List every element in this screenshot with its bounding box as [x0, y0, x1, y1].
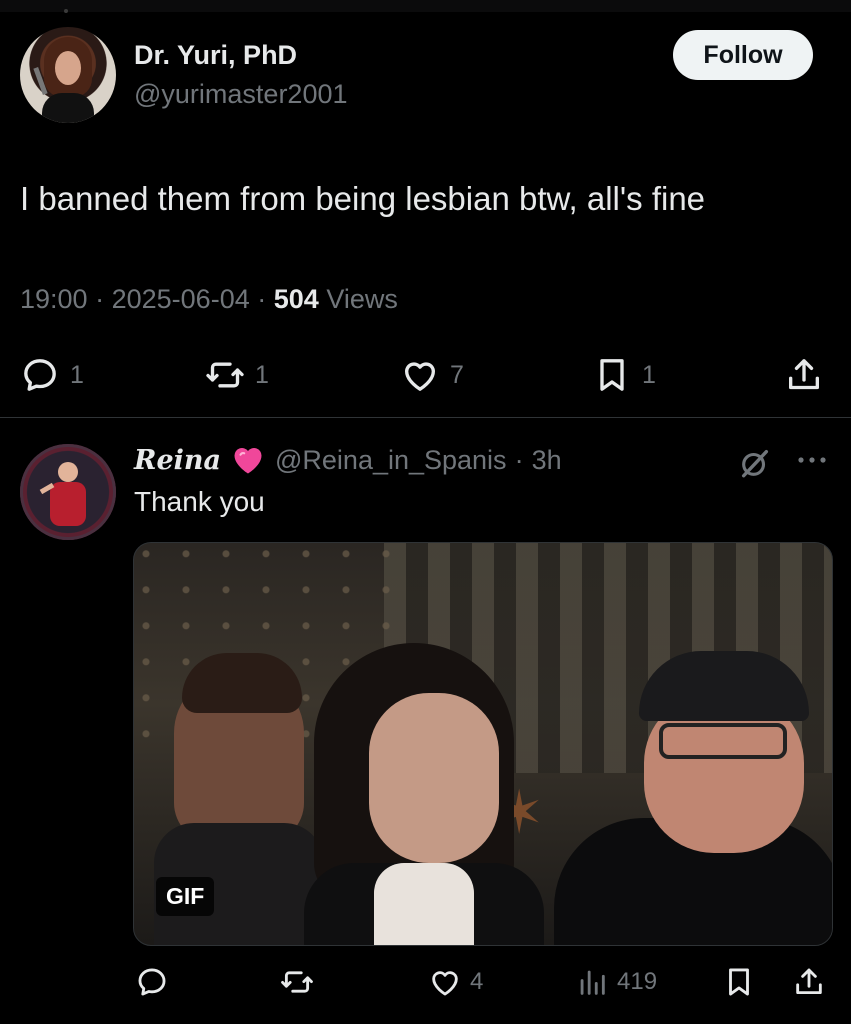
status-dot: [64, 9, 68, 13]
tweet-meta: 19:00 · 2025-06-04 · 504 Views: [20, 284, 398, 315]
meta-separator: ·: [257, 284, 267, 314]
avatar-body: [50, 482, 86, 526]
meta-separator: ·: [95, 284, 105, 314]
tweet-date[interactable]: 2025-06-04: [112, 284, 250, 314]
avatar-face: [58, 462, 78, 482]
bookmark-count: 1: [642, 360, 656, 389]
views-label: Views: [326, 284, 398, 314]
reply-icon: [138, 968, 166, 996]
reply-header: Reina @Reina_in_Spanis · 3h: [134, 442, 562, 478]
reply-share-button[interactable]: [792, 962, 826, 1002]
gif-person-center-face: [369, 693, 499, 863]
gif-person-center-shirt: [374, 863, 474, 945]
repost-button[interactable]: 1: [205, 352, 269, 398]
pink-heart-icon: [234, 448, 262, 474]
grok-icon[interactable]: [738, 446, 772, 480]
gif-media[interactable]: ✶ GIF: [133, 542, 833, 946]
reply-count: 1: [70, 360, 84, 389]
author-handle[interactable]: @yurimaster2001: [134, 79, 348, 110]
reply-author-handle[interactable]: @Reina_in_Spanis: [275, 445, 507, 476]
reply-bookmark-button[interactable]: [722, 962, 756, 1002]
heart-icon: [405, 362, 435, 391]
author-avatar[interactable]: [20, 27, 116, 123]
like-count: 7: [450, 360, 464, 389]
tweet-time[interactable]: 19:00: [20, 284, 88, 314]
repost-icon: [281, 971, 313, 993]
repost-count: 1: [255, 360, 269, 389]
divider: [0, 417, 851, 418]
gif-person-left-hair: [182, 653, 302, 713]
bookmark-icon: [729, 968, 749, 996]
like-button[interactable]: 7: [400, 352, 464, 398]
author-display-name[interactable]: Dr. Yuri, PhD: [134, 40, 297, 71]
reply-views-button[interactable]: 419: [575, 962, 657, 1002]
heart-icon: [432, 971, 458, 996]
gif-person-right-glasses: [659, 723, 787, 759]
reply-author-name[interactable]: Reina: [134, 445, 221, 476]
avatar-body: [42, 93, 94, 123]
reply-reply-button[interactable]: [135, 962, 177, 1002]
reply-action-bar: 4 419: [0, 962, 851, 1002]
tweet-text: I banned them from being lesbian btw, al…: [20, 180, 706, 217]
top-edge: [0, 0, 851, 13]
follow-button[interactable]: Follow: [673, 30, 813, 80]
reply-like-button[interactable]: 4: [428, 962, 483, 1002]
share-icon: [796, 968, 822, 995]
bookmark-icon: [600, 359, 624, 391]
repost-icon: [206, 362, 244, 388]
share-icon: [789, 359, 819, 390]
reply-like-count: 4: [470, 968, 484, 995]
bookmark-button[interactable]: 1: [592, 352, 656, 398]
avatar-face: [55, 51, 81, 85]
reply-icon: [24, 359, 56, 391]
gif-badge: GIF: [156, 877, 215, 916]
reply-author-avatar[interactable]: [20, 444, 116, 540]
meta-separator: ·: [514, 444, 524, 475]
reply-views-count: 419: [617, 968, 658, 995]
more-options-icon[interactable]: [795, 452, 829, 468]
views-count: 504: [273, 284, 319, 314]
reply-repost-button[interactable]: [280, 962, 322, 1002]
reply-text: Thank you: [134, 486, 265, 517]
tweet-action-bar: 1 1 7 1: [0, 352, 851, 398]
reply-time[interactable]: 3h: [532, 445, 562, 476]
views-chart-icon: [580, 970, 605, 995]
reply-button[interactable]: 1: [20, 352, 84, 398]
share-button[interactable]: [784, 352, 824, 398]
